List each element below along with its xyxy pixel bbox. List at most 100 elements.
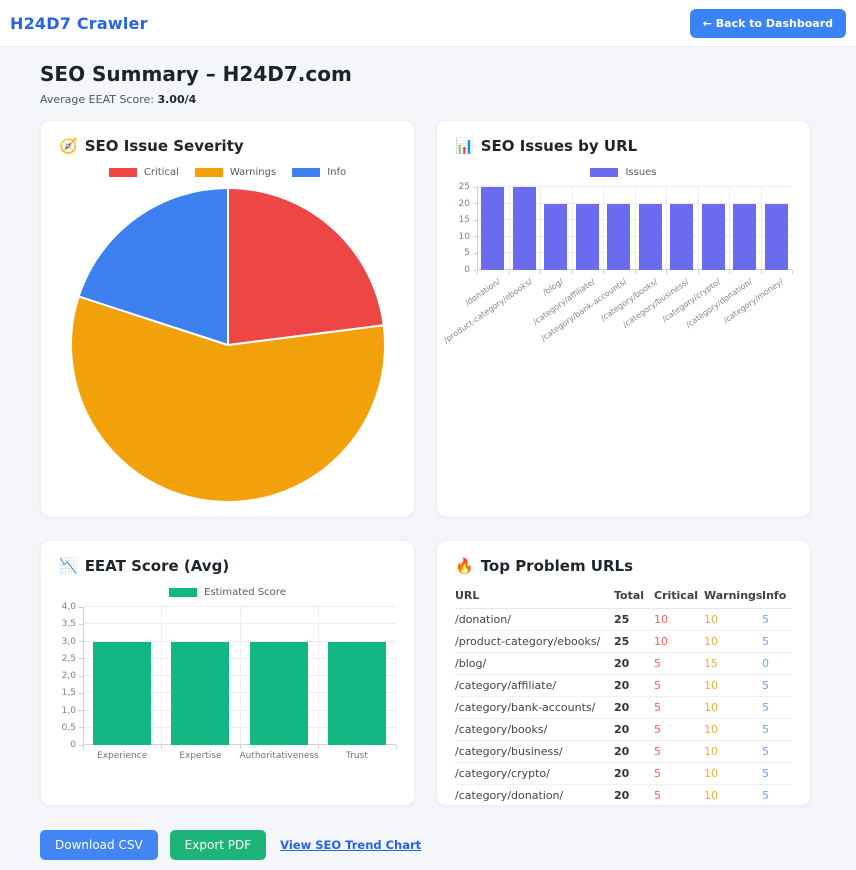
legend-item-critical[interactable]: Critical [109,167,179,178]
bar-product-category-ebooks[interactable] [513,187,536,270]
cell-total: 20 [614,719,654,741]
cell-critical: 5 [654,697,704,719]
bar-category-crypto[interactable] [702,204,725,270]
legend-swatch [292,168,320,177]
x-axis-label: /blog/ [541,277,565,297]
x-axis-tick-mark [761,270,762,274]
issues-card-title: 📊 SEO Issues by URL [455,137,792,155]
bar-donation[interactable] [481,187,504,270]
column-header-info: Info [762,585,792,609]
x-axis-label: Trust [318,751,396,761]
gridline [572,187,573,270]
bar-Authoritativeness[interactable] [250,642,308,746]
cell-warnings: 10 [704,741,762,763]
cell-url: /category/donation/ [455,785,614,807]
table-row: /blog/205150 [455,653,792,675]
bar-category-money[interactable] [765,204,788,270]
gridline [666,187,667,270]
y-axis-tick-label: 0 [59,740,76,750]
y-axis-tick-mark [79,727,83,728]
bar-category-bank-accounts[interactable] [607,204,630,270]
legend-swatch [109,168,137,177]
back-to-dashboard-button[interactable]: ← Back to Dashboard [690,9,846,38]
y-axis-tick-mark [79,693,83,694]
issues-bar-chart: 0510152025/donation//product-category/eb… [455,187,792,340]
average-eeat-value: 3.00/4 [157,93,196,106]
bar-Trust[interactable] [328,642,386,746]
footer-actions: Download CSV Export PDF View SEO Trend C… [40,830,816,860]
table-row: /category/books/205105 [455,719,792,741]
legend-item-issues[interactable]: Issues [590,167,656,178]
gridline [603,187,604,270]
gridline [761,187,762,270]
x-axis-tick-mark [477,270,478,274]
chart-plot-area [83,607,396,745]
bar-category-donation[interactable] [733,204,756,270]
cell-info: 5 [762,631,792,653]
cell-warnings: 10 [704,631,762,653]
eeat-bar-chart: 00,51,01,52,02,53,03,54,0ExperienceExper… [59,607,396,765]
y-axis-tick-mark [79,641,83,642]
bar-Experience[interactable] [93,642,151,746]
legend-label: Critical [144,167,179,178]
gridline [509,187,510,270]
y-axis-tick-label: 2,5 [59,654,76,664]
issues-card-title-text: SEO Issues by URL [481,137,638,155]
cell-warnings: 10 [704,763,762,785]
cell-warnings: 10 [704,785,762,807]
cell-info: 5 [762,719,792,741]
bar-category-business[interactable] [670,204,693,270]
export-pdf-button[interactable]: Export PDF [170,830,266,860]
cell-critical: 5 [654,741,704,763]
y-axis-tick-mark [473,203,477,204]
legend-item-estimated score[interactable]: Estimated Score [169,587,286,598]
cell-info: 5 [762,609,792,631]
y-axis-tick-label: 2,0 [59,671,76,681]
fire-icon: 🔥 [455,557,474,575]
y-axis-tick-label: 0 [455,265,470,275]
legend-item-info[interactable]: Info [292,167,346,178]
x-axis-tick-mark [572,270,573,274]
y-axis-tick-label: 0,5 [59,723,76,733]
gridline [318,607,319,745]
app-brand: H24D7 Crawler [10,14,148,33]
view-seo-trend-chart-link[interactable]: View SEO Trend Chart [280,838,421,852]
cell-total: 20 [614,675,654,697]
card-top-problem-urls: 🔥 Top Problem URLs URLTotalCriticalWarni… [436,540,811,806]
bar-Expertise[interactable] [171,642,229,746]
bar-blog[interactable] [544,204,567,270]
top-problem-urls-table: URLTotalCriticalWarningsInfo /donation/2… [455,585,792,806]
cell-total: 25 [614,631,654,653]
cell-total: 20 [614,741,654,763]
x-axis-tick-mark [666,270,667,274]
x-axis-tick-mark [792,270,793,274]
cell-warnings: 10 [704,675,762,697]
top-urls-card-title-text: Top Problem URLs [481,557,633,575]
y-axis-tick-label: 15 [455,215,470,225]
column-header-warnings: Warnings [704,585,762,609]
bar-category-affiliate[interactable] [576,204,599,270]
page-title: SEO Summary – H24D7.com [40,62,816,86]
x-axis-label: Expertise [161,751,239,761]
column-header-critical: Critical [654,585,704,609]
y-axis-tick-label: 4,0 [59,602,76,612]
gridline [698,187,699,270]
table-row: /category/crypto/205105 [455,763,792,785]
cell-url: /blog/ [455,653,614,675]
bar-category-books[interactable] [639,204,662,270]
cell-critical: 5 [654,653,704,675]
x-axis-tick-mark [698,270,699,274]
cell-url: /category/bank-accounts/ [455,697,614,719]
bar-chart-icon: 📊 [455,137,474,155]
chart-decreasing-icon: 📉 [59,557,78,575]
legend-label: Issues [625,167,656,178]
download-csv-button[interactable]: Download CSV [40,830,158,860]
cell-critical: 10 [654,609,704,631]
top-urls-card-title: 🔥 Top Problem URLs [455,557,792,575]
y-axis-tick-label: 1,5 [59,688,76,698]
cell-info: 5 [762,675,792,697]
legend-item-warnings[interactable]: Warnings [195,167,276,178]
pie-svg [68,185,388,505]
cell-critical: 5 [654,719,704,741]
pie-slice-critical[interactable] [228,188,384,345]
